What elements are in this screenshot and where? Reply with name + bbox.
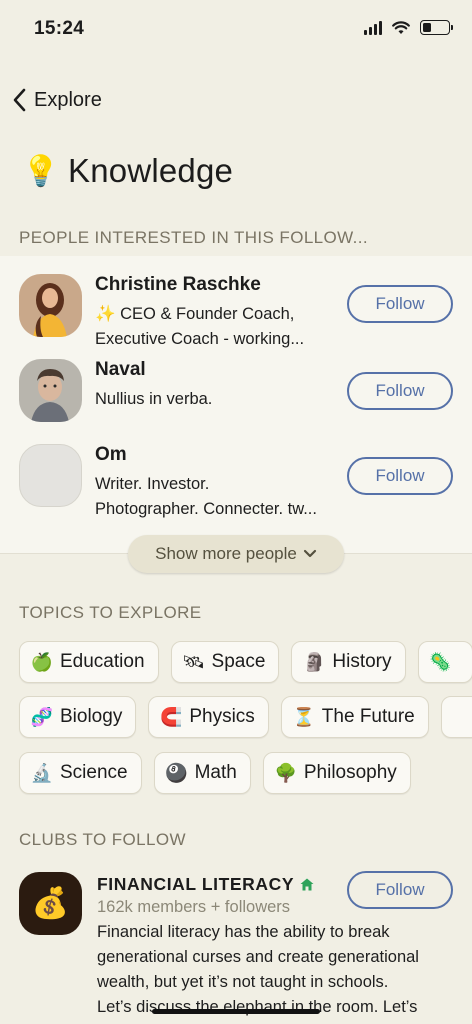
topic-label: Biology <box>60 706 123 727</box>
magnet-icon: 🧲 <box>160 706 183 727</box>
club-description-line: Financial literacy has the ability to br… <box>97 923 390 941</box>
avatar[interactable] <box>19 359 82 422</box>
person-bio-line: Writer. Investor. <box>95 475 210 493</box>
club-name-text: FINANCIAL LITERACY <box>97 874 295 894</box>
person-bio-line: ✨ CEO & Founder Coach, <box>95 305 295 323</box>
topic-chip-history[interactable]: 🗿 History <box>291 641 406 683</box>
page-title-text: Knowledge <box>68 152 234 189</box>
money-bag-icon[interactable]: 💰 <box>19 872 82 935</box>
status-icons <box>364 20 453 35</box>
topic-chip-biology[interactable]: 🧬 Biology <box>19 696 137 738</box>
topic-chip-the-future[interactable]: ⏳ The Future <box>280 696 429 738</box>
club-description-line: Let’s discuss the elephant in the room. … <box>97 998 418 1016</box>
club-description-line: wealth, but yet it’s not taught in schoo… <box>97 973 389 991</box>
follow-button[interactable]: Follow <box>347 372 453 410</box>
dna-icon: 🧬 <box>30 706 54 727</box>
tree-icon: 🌳 <box>274 762 298 783</box>
topic-label: History <box>332 651 392 672</box>
show-more-label: Show more people <box>155 544 297 563</box>
topic-label: Science <box>60 762 128 783</box>
topic-label: Physics <box>189 706 255 727</box>
topic-label: Philosophy <box>303 762 397 783</box>
topic-label: Education <box>60 651 145 672</box>
follow-button[interactable]: Follow <box>347 285 453 323</box>
club-home-icon <box>300 878 314 891</box>
microbe-icon: 🦠 <box>429 651 452 672</box>
back-button[interactable]: Explore <box>12 88 102 112</box>
avatar[interactable] <box>19 274 82 337</box>
topic-row: 🧬 Biology 🧲 Physics ⏳ The Future <box>19 696 472 738</box>
follow-button[interactable]: Follow <box>347 871 453 909</box>
person-bio-line: Executive Coach - working... <box>95 330 305 348</box>
club-name[interactable]: FINANCIAL LITERACY <box>97 874 314 895</box>
topic-chip-space[interactable]: 🛰 Space <box>170 641 280 683</box>
microscope-icon: 🔬 <box>30 762 54 783</box>
topic-chip-partial[interactable] <box>440 696 472 738</box>
people-section-header: PEOPLE INTERESTED IN THIS FOLLOW... <box>19 228 369 247</box>
topic-label: Space <box>211 651 266 672</box>
status-time: 15:24 <box>34 18 85 39</box>
topic-chip-microbe[interactable]: 🦠 <box>417 641 472 683</box>
person-bio-line: Nullius in verba. <box>95 390 213 408</box>
chevron-down-icon <box>303 549 316 558</box>
person-name[interactable]: Om <box>95 444 127 466</box>
person-name[interactable]: Naval <box>95 359 146 381</box>
club-description-line: generational curses and create generatio… <box>97 948 419 966</box>
topic-label: The Future <box>321 706 415 727</box>
people-panel: Christine Raschke ✨ CEO & Founder Coach,… <box>0 256 472 554</box>
topic-chip-math[interactable]: 🎱 Math <box>153 752 251 794</box>
eight-ball-icon: 🎱 <box>165 762 188 783</box>
person-name[interactable]: Christine Raschke <box>95 274 261 296</box>
topic-label: Math <box>194 762 237 783</box>
follow-button[interactable]: Follow <box>347 457 453 495</box>
wifi-icon <box>392 20 410 34</box>
back-label: Explore <box>34 88 102 111</box>
status-bar: 15:24 <box>0 0 472 60</box>
chevron-left-icon <box>13 88 26 112</box>
topic-chip-physics[interactable]: 🧲 Physics <box>148 696 269 738</box>
club-description: Financial literacy has the ability to br… <box>97 920 447 1020</box>
topic-row: 🍏 Education 🛰 Space 🗿 History 🦠 <box>19 641 472 683</box>
person-bio: Nullius in verba. <box>95 387 335 412</box>
person-bio: Writer. Investor. Photographer. Connecte… <box>95 472 335 522</box>
topics-section-header: TOPICS TO EXPLORE <box>19 603 202 622</box>
person-bio: ✨ CEO & Founder Coach, Executive Coach -… <box>95 302 335 352</box>
topic-chip-education[interactable]: 🍏 Education <box>19 641 159 683</box>
apple-icon: 🍏 <box>30 651 54 672</box>
lightbulb-icon: 💡 <box>22 154 60 188</box>
club-member-count: 162k members + followers <box>97 898 291 916</box>
avatar[interactable] <box>19 444 82 507</box>
show-more-people-button[interactable]: Show more people <box>128 535 344 573</box>
moai-icon: 🗿 <box>303 651 326 672</box>
satellite-icon: 🛰 <box>182 651 205 672</box>
page-title: 💡 Knowledge <box>22 152 233 190</box>
hourglass-icon: ⏳ <box>292 706 315 727</box>
battery-icon <box>420 20 453 35</box>
home-indicator[interactable] <box>152 1009 320 1014</box>
person-bio-line: Photographer. Connecter. tw... <box>95 500 317 518</box>
clubs-section-header: CLUBS TO FOLLOW <box>19 830 186 849</box>
topic-chip-philosophy[interactable]: 🌳 Philosophy <box>262 752 411 794</box>
topic-chip-science[interactable]: 🔬 Science <box>19 752 142 794</box>
topic-row: 🔬 Science 🎱 Math 🌳 Philosophy <box>19 752 411 794</box>
cellular-signal-icon <box>364 20 382 35</box>
